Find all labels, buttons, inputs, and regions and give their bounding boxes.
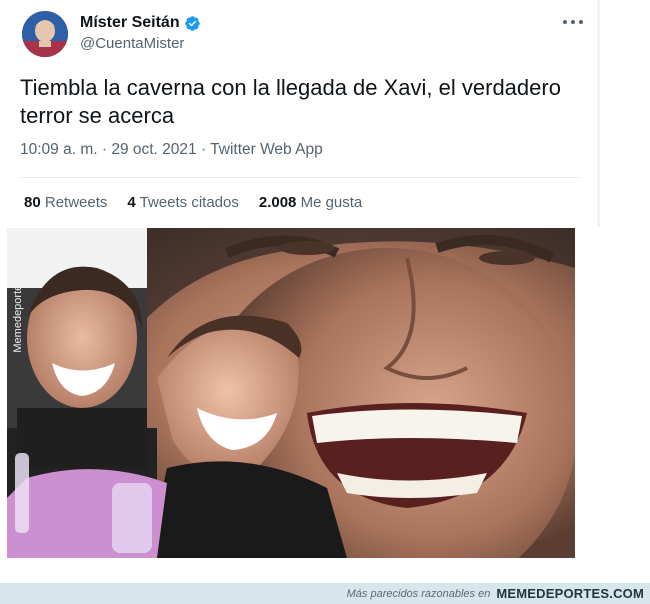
watermark-text: Memedeportes.com [12,255,24,353]
stat-label: Me gusta [300,194,363,211]
user-handle[interactable]: @CuentaMister [80,35,184,52]
stat-quote-tweets[interactable]: 4 Tweets citados [127,194,238,211]
stat-count: 2.008 [258,194,297,211]
divider [20,177,580,178]
tweet-text: Tiembla la caverna con la llegada de Xav… [20,75,561,128]
stat-label: Retweets [44,194,108,211]
tweet-timestamp[interactable]: 10:09 a. m. · 29 oct. 2021 · Twitter Web… [20,141,323,159]
watermark-vertical: Memedeportes.com [7,248,25,368]
more-options-icon[interactable] [563,13,583,31]
footer-tagline: Más parecidos razonables en [346,587,491,600]
scroll-edge [597,0,600,227]
stat-retweets[interactable]: 80 Retweets [24,194,107,211]
verified-badge-icon [184,15,200,31]
footer-brand-link[interactable]: MEMEDEPORTES.COM [496,586,644,601]
stat-count: 80 [24,194,41,211]
stat-label: Tweets citados [139,194,239,211]
tweet-card: Míster Seitán @CuentaMister Tiembla la c… [0,0,600,227]
tweet-stats: 80 Retweets 4 Tweets citados 2.008 Me gu… [24,194,382,211]
meme-image[interactable] [7,228,575,558]
stat-count: 4 [127,194,136,211]
display-name[interactable]: Míster Seitán [80,14,180,32]
stat-likes[interactable]: 2.008 Me gusta [259,194,362,211]
footer-banner: Más parecidos razonables en MEMEDEPORTES… [0,583,650,604]
avatar[interactable] [22,11,68,57]
